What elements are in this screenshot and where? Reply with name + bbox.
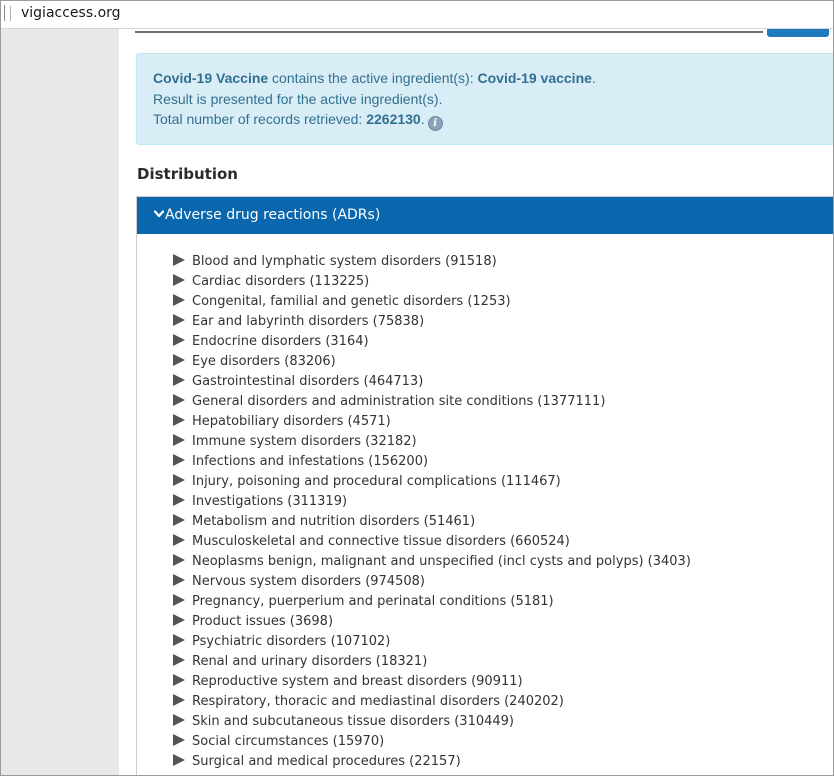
adr-category-label[interactable]: Musculoskeletal and connective tissue di… <box>192 534 570 549</box>
adr-category-label[interactable]: Investigations (311319) <box>192 494 347 509</box>
adr-category-label[interactable]: Pregnancy, puerperium and perinatal cond… <box>192 594 554 609</box>
address-bar-edge <box>1 5 5 21</box>
adr-category-label[interactable]: Hepatobiliary disorders (4571) <box>192 414 391 429</box>
adr-category-label[interactable]: Cardiac disorders (113225) <box>192 274 369 289</box>
expand-triangle-icon[interactable] <box>173 334 185 346</box>
expand-triangle-icon[interactable] <box>173 754 185 766</box>
contains-text: contains the active ingredient(s): <box>268 70 478 86</box>
expand-triangle-icon[interactable] <box>173 674 185 686</box>
expand-triangle-icon[interactable] <box>173 274 185 286</box>
result-line: Result is presented for the active ingre… <box>153 91 443 107</box>
adr-category-label[interactable]: Reproductive system and breast disorders… <box>192 674 523 689</box>
adr-category-label[interactable]: Nervous system disorders (974508) <box>192 574 425 589</box>
search-button[interactable] <box>767 29 829 37</box>
expand-triangle-icon[interactable] <box>173 254 185 266</box>
expand-triangle-icon[interactable] <box>173 494 185 506</box>
adr-category-label[interactable]: Skin and subcutaneous tissue disorders (… <box>192 714 514 729</box>
ingredient-line: Covid-19 Vaccine contains the active ing… <box>153 70 596 86</box>
adr-category-label[interactable]: Eye disorders (83206) <box>192 354 336 369</box>
adr-category-label[interactable]: General disorders and administration sit… <box>192 394 605 409</box>
expand-triangle-icon[interactable] <box>173 294 185 306</box>
expand-triangle-icon[interactable] <box>173 514 185 526</box>
total-value: 2262130 <box>366 111 421 127</box>
expand-triangle-icon[interactable] <box>173 734 185 746</box>
adr-category-label[interactable]: Ear and labyrinth disorders (75838) <box>192 314 424 329</box>
address-bar[interactable]: vigiaccess.org <box>1 1 833 29</box>
expand-triangle-icon[interactable] <box>173 534 185 546</box>
total-label: Total number of records retrieved: <box>153 111 367 127</box>
adr-category-label[interactable]: Renal and urinary disorders (18321) <box>192 654 427 669</box>
search-input[interactable] <box>135 31 763 33</box>
left-gutter <box>1 29 119 775</box>
expand-triangle-icon[interactable] <box>173 634 185 646</box>
url-text[interactable]: vigiaccess.org <box>21 5 121 21</box>
adr-category-label[interactable]: Gastrointestinal disorders (464713) <box>192 374 423 389</box>
distribution-title: Distribution <box>137 165 238 183</box>
expand-triangle-icon[interactable] <box>173 474 185 486</box>
expand-triangle-icon[interactable] <box>173 414 185 426</box>
adr-category-label[interactable]: Surgical and medical procedures (22157) <box>192 754 461 769</box>
chevron-down-icon <box>154 210 164 218</box>
adr-category-label[interactable]: Metabolism and nutrition disorders (5146… <box>192 514 475 529</box>
adr-category-label[interactable]: Psychiatric disorders (107102) <box>192 634 390 649</box>
main-content: Covid-19 Vaccine contains the active ing… <box>119 29 833 775</box>
result-info-alert: Covid-19 Vaccine contains the active ing… <box>136 53 833 145</box>
info-icon[interactable]: i <box>427 116 443 131</box>
adr-panel-title: Adverse drug reactions (ADRs) <box>165 207 381 223</box>
adr-category-label[interactable]: Respiratory, thoracic and mediastinal di… <box>192 694 564 709</box>
adr-category-label[interactable]: Immune system disorders (32182) <box>192 434 417 449</box>
address-bar-separator <box>10 6 11 21</box>
expand-triangle-icon[interactable] <box>173 394 185 406</box>
adr-category-label[interactable]: Endocrine disorders (3164) <box>192 334 369 349</box>
adr-category-label[interactable]: Social circumstances (15970) <box>192 734 384 749</box>
total-suffix: . <box>420 111 425 127</box>
adr-category-label[interactable]: Infections and infestations (156200) <box>192 454 428 469</box>
adr-panel-header[interactable]: Adverse drug reactions (ADRs) <box>137 197 833 234</box>
adr-category-label[interactable]: Congenital, familial and genetic disorde… <box>192 294 511 309</box>
expand-triangle-icon[interactable] <box>173 434 185 446</box>
expand-triangle-icon[interactable] <box>173 574 185 586</box>
adr-category-label[interactable]: Neoplasms benign, malignant and unspecif… <box>192 554 691 569</box>
expand-triangle-icon[interactable] <box>173 454 185 466</box>
adr-panel: Adverse drug reactions (ADRs) Blood and … <box>136 196 833 775</box>
ingredient-suffix: . <box>591 70 596 86</box>
adr-category-label[interactable]: Injury, poisoning and procedural complic… <box>192 474 561 489</box>
expand-triangle-icon[interactable] <box>173 594 185 606</box>
total-line: Total number of records retrieved: 22621… <box>153 111 443 131</box>
expand-triangle-icon[interactable] <box>173 354 185 366</box>
expand-triangle-icon[interactable] <box>173 314 185 326</box>
expand-triangle-icon[interactable] <box>173 694 185 706</box>
ingredient-name: Covid-19 vaccine <box>477 70 592 86</box>
drug-name: Covid-19 Vaccine <box>153 70 269 86</box>
expand-triangle-icon[interactable] <box>173 554 185 566</box>
adr-category-label[interactable]: Blood and lymphatic system disorders (91… <box>192 254 497 269</box>
expand-triangle-icon[interactable] <box>173 374 185 386</box>
expand-triangle-icon[interactable] <box>173 654 185 666</box>
expand-triangle-icon[interactable] <box>173 714 185 726</box>
expand-triangle-icon[interactable] <box>173 614 185 626</box>
browser-window: vigiaccess.org Covid-19 Vaccine contains… <box>0 0 834 776</box>
adr-category-label[interactable]: Product issues (3698) <box>192 614 333 629</box>
